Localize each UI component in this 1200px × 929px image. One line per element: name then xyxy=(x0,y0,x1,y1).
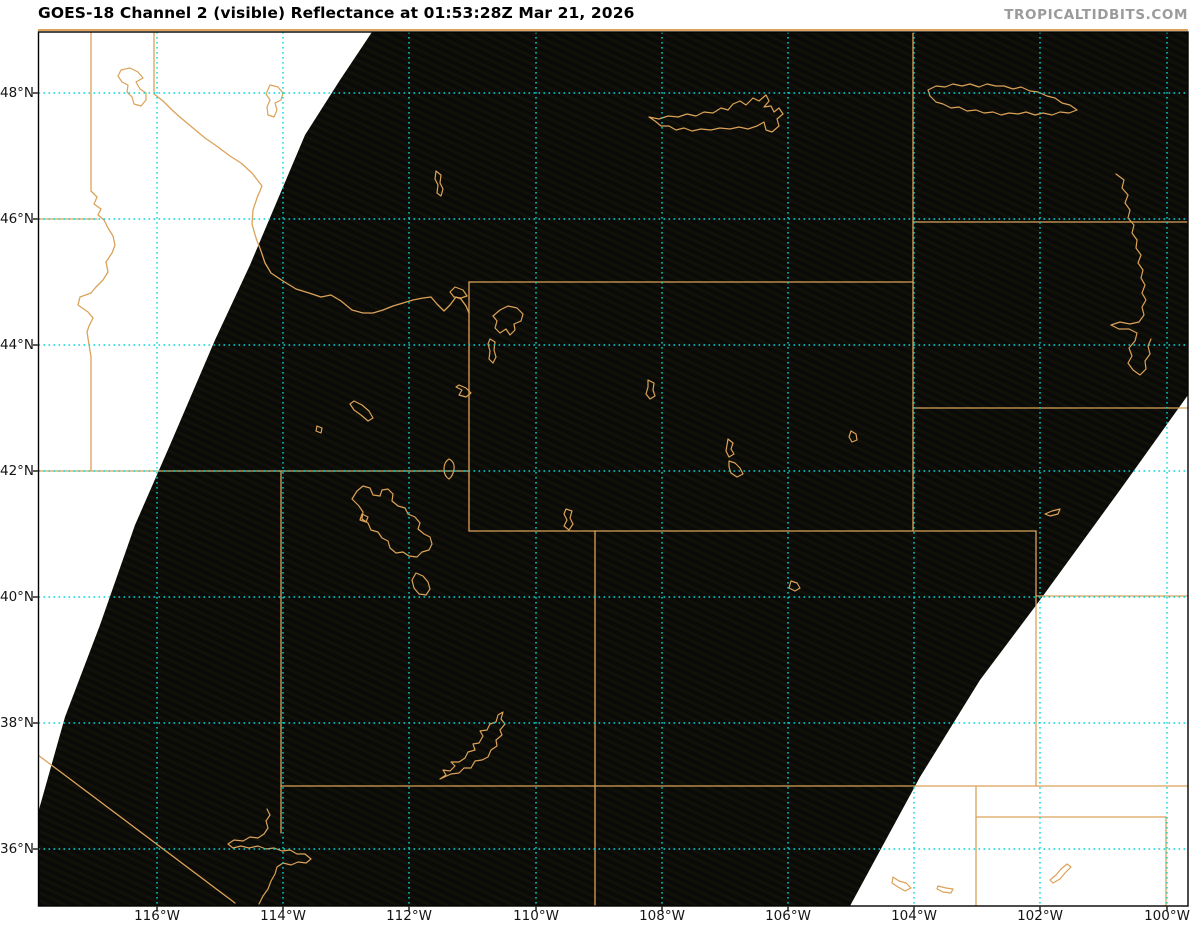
lon-tick-label: 100°W xyxy=(1144,908,1190,924)
screenshot-page: GOES-18 Channel 2 (visible) Reflectance … xyxy=(0,0,1200,929)
lon-tick-label: 112°W xyxy=(386,908,432,924)
lat-tick-label: 44°N xyxy=(0,337,35,353)
lat-tick-label: 46°N xyxy=(0,211,35,227)
lon-tick-label: 102°W xyxy=(1017,908,1063,924)
lat-tick-label: 40°N xyxy=(0,589,35,605)
lon-tick-label: 106°W xyxy=(765,908,811,924)
satellite-map xyxy=(33,31,1189,912)
lat-tick-label: 48°N xyxy=(0,85,35,101)
lon-tick-label: 116°W xyxy=(134,908,180,924)
lat-tick-label: 38°N xyxy=(0,715,35,731)
lon-tick-label: 110°W xyxy=(513,908,559,924)
lat-tick-label: 42°N xyxy=(0,463,35,479)
lat-tick-label: 36°N xyxy=(0,841,35,857)
lon-tick-label: 114°W xyxy=(260,908,306,924)
lon-tick-label: 108°W xyxy=(639,908,685,924)
lon-tick-label: 104°W xyxy=(891,908,937,924)
